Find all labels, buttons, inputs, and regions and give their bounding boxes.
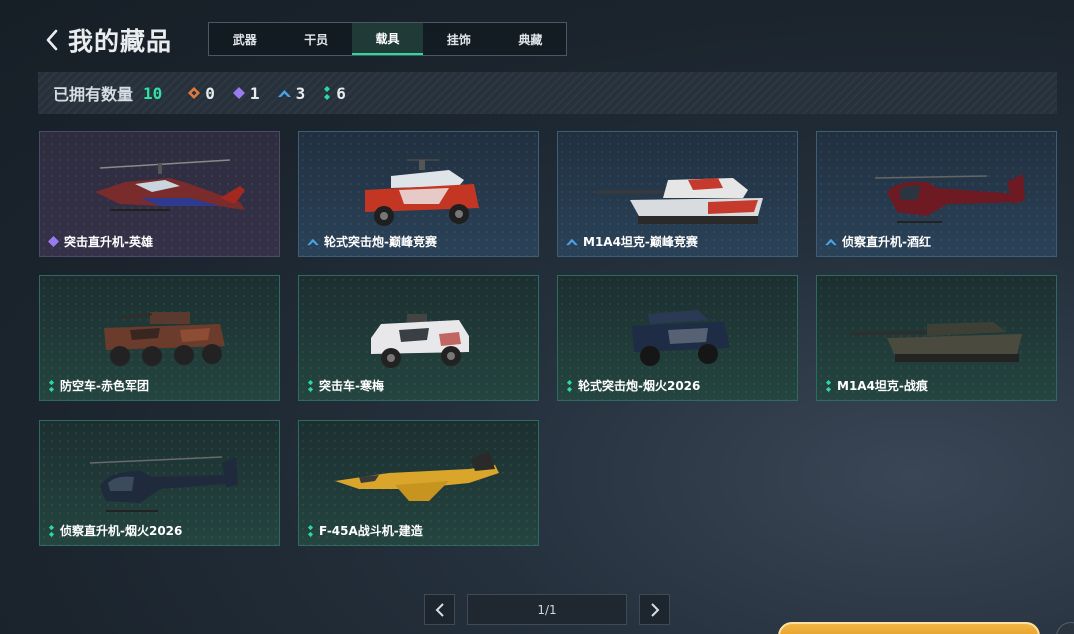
rarity-blue: 3 bbox=[277, 83, 306, 103]
card-name-label: 防空车-赤色军团 bbox=[60, 379, 149, 393]
page-indicator: 1/1 bbox=[467, 594, 627, 625]
card-name-label: 突击车-寒梅 bbox=[319, 379, 384, 393]
scout-helicopter-icon bbox=[874, 174, 1025, 223]
card-name-label: 侦察直升机-烟火2026 bbox=[60, 524, 183, 538]
green-dots-icon bbox=[48, 379, 55, 392]
collection-card[interactable]: 突击直升机-英雄 bbox=[39, 131, 280, 257]
blue-chevron-icon bbox=[566, 238, 578, 246]
round-button[interactable] bbox=[1056, 622, 1074, 634]
next-page-button[interactable] bbox=[639, 594, 670, 625]
card-name: 突击车-寒梅 bbox=[307, 377, 384, 394]
collection-card[interactable]: 轮式突击炮-烟火2026 bbox=[557, 275, 798, 401]
owned-label: 已拥有数量 bbox=[53, 85, 134, 104]
card-name-label: 侦察直升机-酒红 bbox=[842, 235, 931, 249]
rarity-orange: 0 bbox=[188, 84, 215, 103]
tab-collections[interactable]: 典藏 bbox=[495, 23, 566, 55]
card-name-label: 轮式突击炮-烟火2026 bbox=[578, 379, 701, 393]
collection-card[interactable]: 防空车-赤色军团 bbox=[39, 275, 280, 401]
wheeled-assault-gun-icon bbox=[632, 310, 730, 366]
collection-card[interactable]: M1A4坦克-战痕 bbox=[816, 275, 1057, 401]
tab-vehicles[interactable]: 载具 bbox=[351, 23, 424, 55]
category-tabs: 武器 干员 载具 挂饰 典藏 bbox=[208, 22, 567, 56]
rarity-green: 6 bbox=[323, 84, 346, 103]
assault-vehicle-icon bbox=[371, 314, 469, 368]
collection-card[interactable]: M1A4坦克-巅峰竞赛 bbox=[557, 131, 798, 257]
collection-card[interactable]: 侦察直升机-烟火2026 bbox=[39, 420, 280, 546]
green-dots-icon bbox=[307, 379, 314, 392]
tab-operators[interactable]: 干员 bbox=[280, 23, 351, 55]
blue-chevron-icon bbox=[307, 238, 319, 246]
collection-card[interactable]: 轮式突击炮-巅峰竞赛 bbox=[298, 131, 539, 257]
owned-count-bar: 已拥有数量 10 0 1 3 6 bbox=[38, 72, 1057, 114]
rarity-green-count: 6 bbox=[336, 83, 346, 103]
prev-page-button[interactable] bbox=[424, 594, 455, 625]
chevron-left-icon bbox=[46, 29, 58, 51]
rarity-purple-count: 1 bbox=[249, 83, 260, 103]
green-dots-icon bbox=[48, 524, 55, 537]
purple-diamond-icon bbox=[48, 236, 59, 247]
card-name-label: 轮式突击炮-巅峰竞赛 bbox=[324, 235, 437, 249]
pagination: 1/1 bbox=[424, 594, 670, 625]
card-name-label: M1A4坦克-战痕 bbox=[837, 379, 928, 393]
collection-card[interactable]: F-45A战斗机-建造 bbox=[298, 420, 539, 546]
card-name: M1A4坦克-战痕 bbox=[825, 377, 928, 394]
scout-helicopter-icon bbox=[89, 456, 238, 512]
blue-chevron-icon bbox=[277, 90, 291, 97]
rarity-blue-count: 3 bbox=[295, 83, 306, 103]
green-dots-icon bbox=[566, 379, 573, 392]
chevron-left-icon bbox=[435, 602, 444, 617]
fighter-jet-icon bbox=[335, 451, 499, 501]
attack-helicopter-icon bbox=[95, 159, 245, 211]
rarity-orange-count: 0 bbox=[205, 83, 215, 103]
card-name: F-45A战斗机-建造 bbox=[307, 522, 423, 539]
anti-air-vehicle-icon bbox=[104, 312, 225, 366]
card-name: 侦察直升机-酒红 bbox=[825, 233, 931, 250]
card-name: 突击直升机-英雄 bbox=[48, 233, 153, 250]
collection-card[interactable]: 突击车-寒梅 bbox=[298, 275, 539, 401]
collection-card[interactable]: 侦察直升机-酒红 bbox=[816, 131, 1057, 257]
green-dots-icon bbox=[307, 524, 314, 537]
green-dots-icon bbox=[825, 379, 832, 392]
tank-icon bbox=[596, 178, 763, 224]
card-name: 轮式突击炮-烟火2026 bbox=[566, 377, 700, 394]
action-button[interactable] bbox=[778, 622, 1040, 634]
card-name: 轮式突击炮-巅峰竞赛 bbox=[307, 233, 437, 250]
orange-diamond-icon bbox=[188, 87, 201, 99]
green-dots-icon bbox=[324, 86, 331, 100]
card-name: 侦察直升机-烟火2026 bbox=[48, 522, 182, 539]
tab-charms[interactable]: 挂饰 bbox=[423, 23, 494, 55]
wheeled-assault-gun-icon bbox=[365, 159, 479, 226]
card-name-label: F-45A战斗机-建造 bbox=[319, 524, 423, 538]
tab-weapons[interactable]: 武器 bbox=[209, 23, 280, 55]
blue-chevron-icon bbox=[825, 238, 837, 246]
collection-grid: 突击直升机-英雄 轮式突击炮-巅峰竞赛 M1A4坦克-巅峰竞赛 侦察直升机-酒红… bbox=[39, 131, 1057, 547]
purple-diamond-icon bbox=[232, 87, 245, 99]
card-name-label: M1A4坦克-巅峰竞赛 bbox=[583, 235, 698, 249]
tank-icon bbox=[850, 322, 1022, 362]
rarity-purple: 1 bbox=[232, 83, 260, 103]
back-button[interactable] bbox=[40, 20, 64, 60]
owned-total: 10 bbox=[143, 83, 163, 103]
card-name-label: 突击直升机-英雄 bbox=[64, 235, 153, 249]
page-header: 我的藏品 bbox=[40, 20, 172, 60]
page-title: 我的藏品 bbox=[68, 27, 173, 56]
card-name: M1A4坦克-巅峰竞赛 bbox=[566, 233, 698, 250]
chevron-right-icon bbox=[650, 602, 659, 617]
card-name: 防空车-赤色军团 bbox=[48, 377, 149, 394]
